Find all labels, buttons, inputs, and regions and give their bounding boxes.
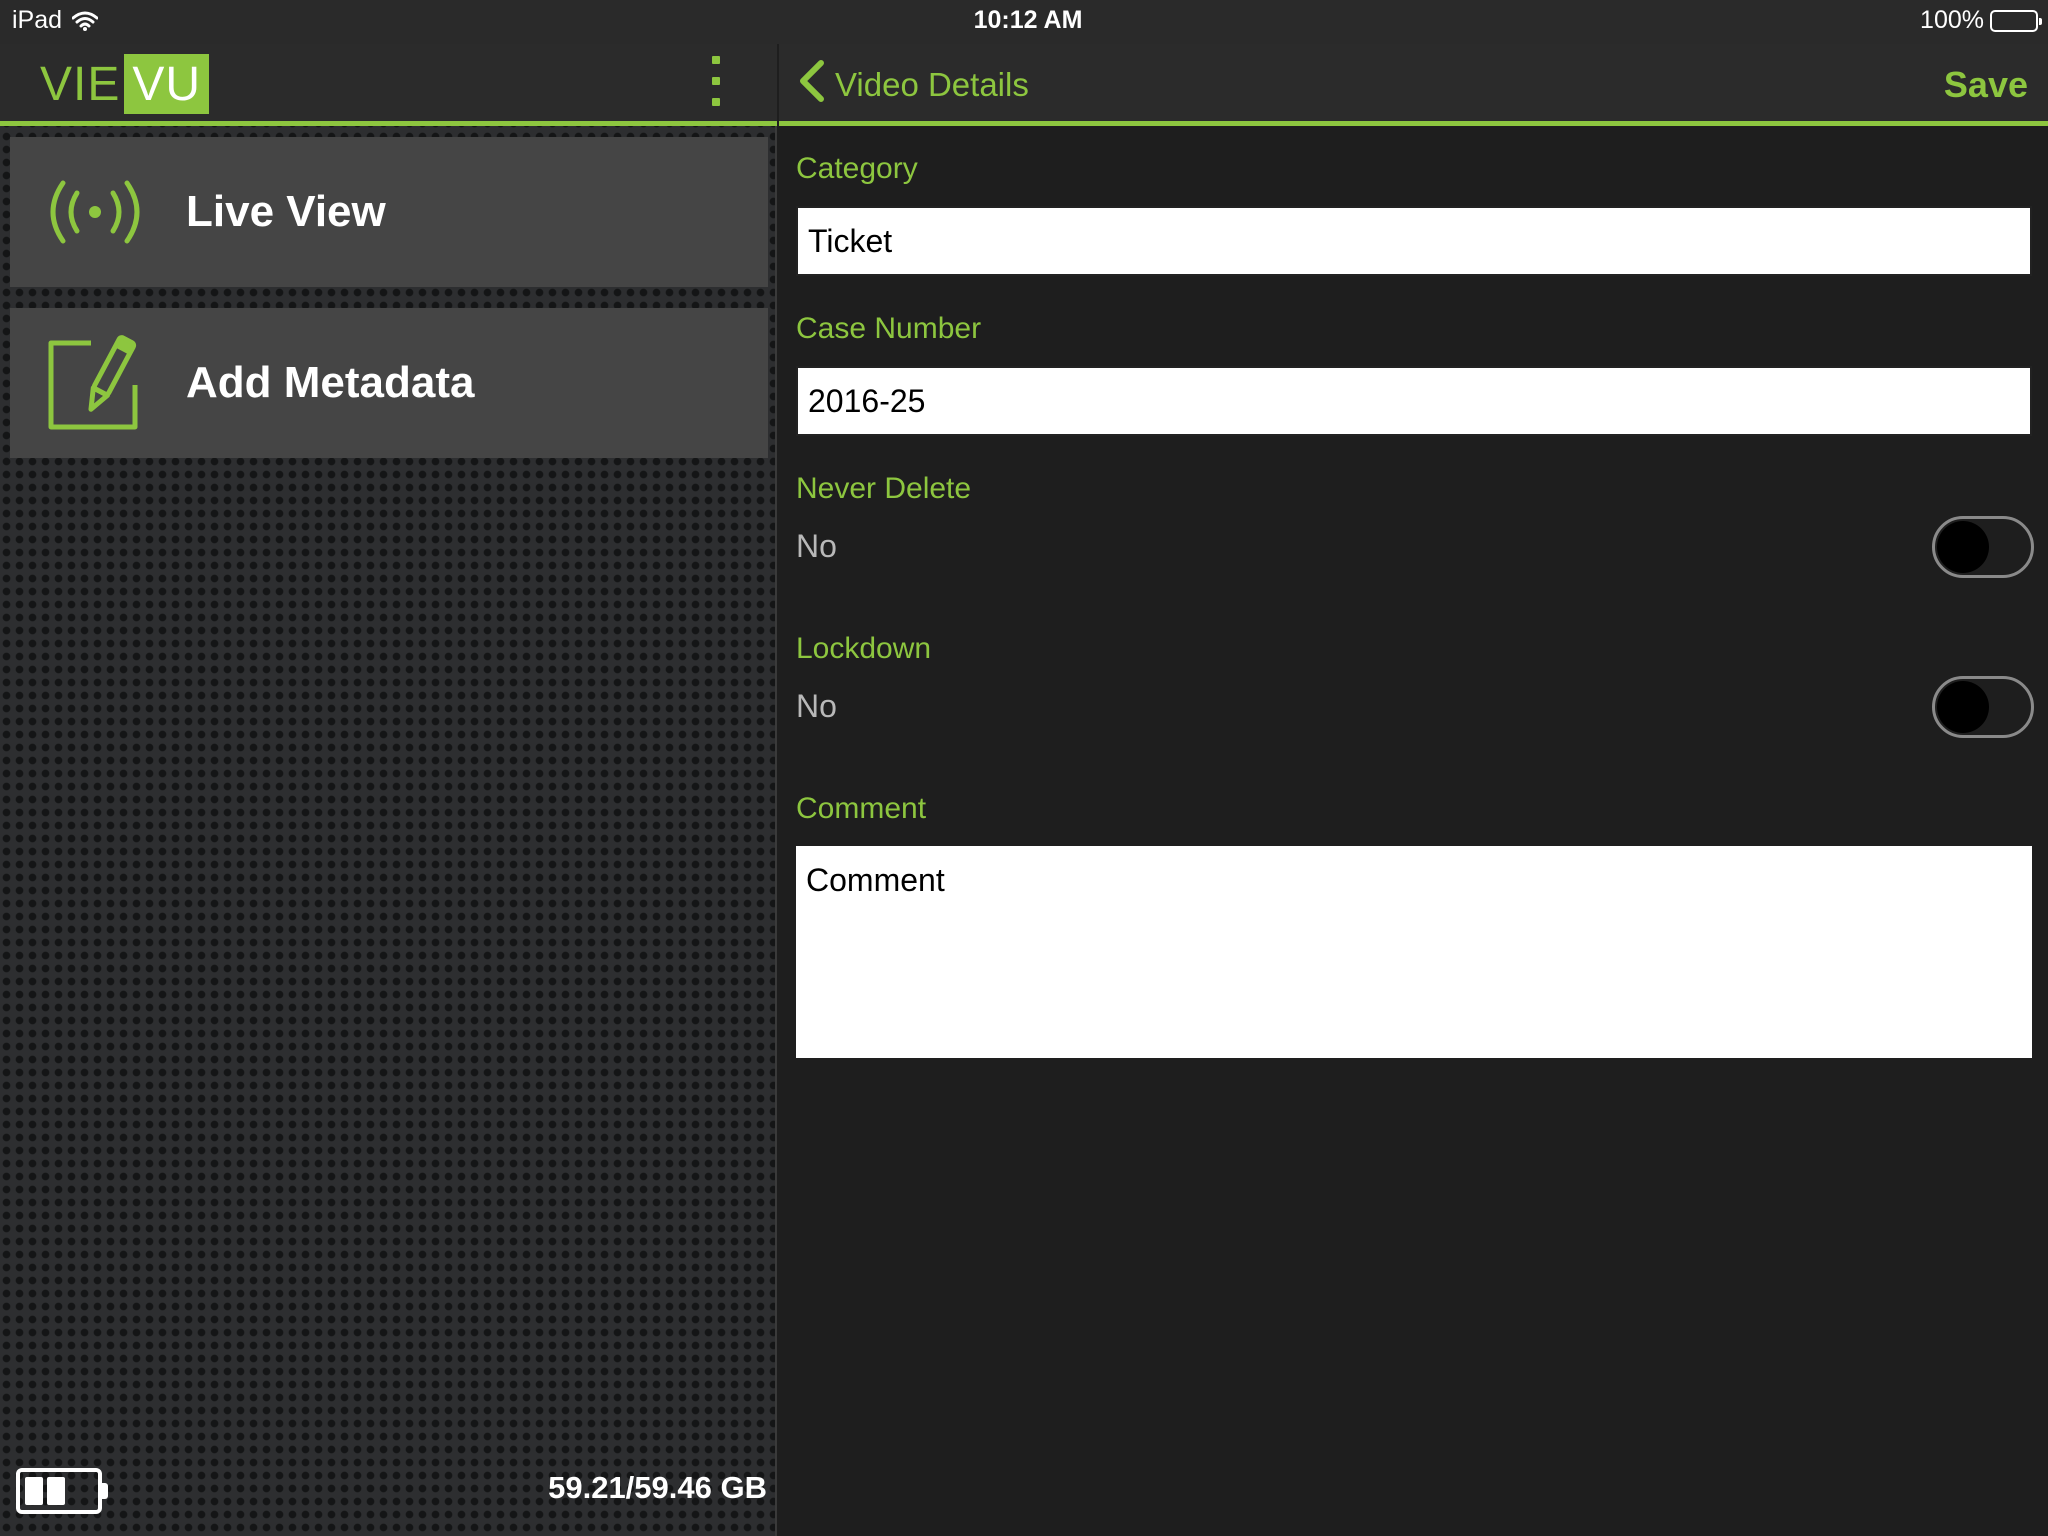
- video-details-pane: Video Details Save Category Case Number …: [779, 0, 2048, 1536]
- app-root: iPad 10:12 AM 100% VIE VU Live View Add …: [0, 0, 2048, 1536]
- menu-item-live-view[interactable]: Live View: [10, 137, 768, 287]
- toggle-knob: [1937, 681, 1989, 733]
- logo-part-1: VIE: [40, 57, 121, 111]
- menu-item-label: Live View: [186, 187, 386, 236]
- sidebar-header: VIE VU: [0, 44, 777, 126]
- lockdown-value: No: [796, 688, 837, 724]
- never-delete-label: Never Delete: [796, 472, 972, 505]
- more-options-icon[interactable]: [705, 56, 727, 106]
- lockdown-toggle[interactable]: [1932, 676, 2034, 738]
- status-bar: iPad 10:12 AM 100%: [0, 0, 2048, 44]
- case-number-label: Case Number: [796, 312, 982, 345]
- category-field[interactable]: [796, 206, 2032, 276]
- battery-icon: [1990, 9, 2042, 32]
- lockdown-label: Lockdown: [796, 632, 932, 665]
- broadcast-icon: [40, 157, 150, 267]
- battery-percent: 100%: [1920, 6, 1984, 34]
- save-button[interactable]: Save: [1944, 60, 2028, 110]
- back-button[interactable]: Video Details: [797, 60, 1029, 110]
- sidebar-footer: 59.21/59.46 GB: [0, 1460, 777, 1520]
- edit-pencil-icon: [40, 328, 150, 438]
- menu-item-label: Add Metadata: [186, 358, 475, 407]
- toggle-knob: [1937, 521, 1989, 573]
- status-time: 10:12 AM: [973, 6, 1083, 34]
- sidebar: VIE VU Live View Add Metadata 59.21/59.4…: [0, 0, 777, 1536]
- vievu-logo: VIE VU: [40, 54, 210, 114]
- details-nav-bar: Video Details Save: [779, 44, 2048, 126]
- comment-label: Comment: [796, 792, 927, 825]
- menu-item-add-metadata[interactable]: Add Metadata: [10, 308, 768, 458]
- case-number-field[interactable]: [796, 366, 2032, 436]
- back-button-label: Video Details: [835, 66, 1029, 103]
- never-delete-toggle[interactable]: [1932, 516, 2034, 578]
- device-battery-icon: [16, 1468, 108, 1514]
- never-delete-value: No: [796, 528, 837, 564]
- status-right: 100%: [1920, 6, 2042, 35]
- category-label: Category: [796, 152, 918, 185]
- storage-readout: 59.21/59.46 GB: [548, 1470, 767, 1505]
- logo-part-2: VU: [124, 54, 210, 114]
- chevron-left-icon: [797, 59, 825, 111]
- comment-field[interactable]: [796, 846, 2032, 1058]
